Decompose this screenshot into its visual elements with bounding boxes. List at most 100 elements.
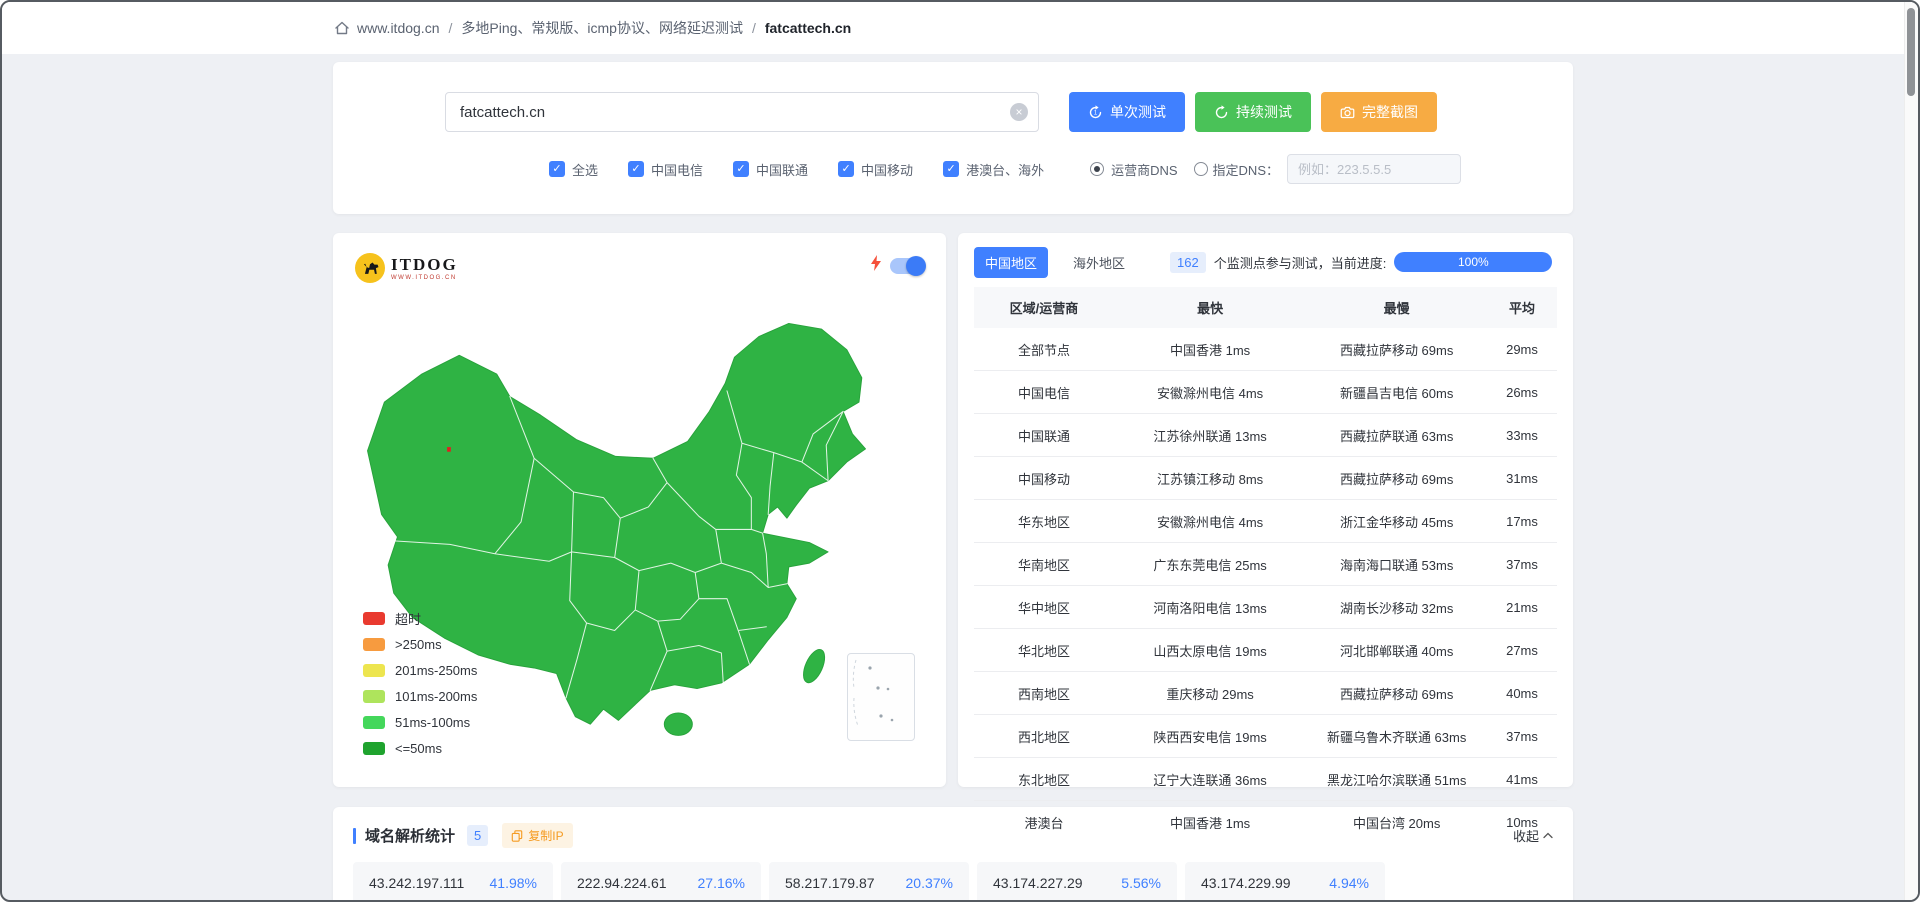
checkbox-label: 港澳台、海外 bbox=[966, 162, 1045, 178]
host-input[interactable] bbox=[445, 92, 1039, 132]
breadcrumb-item[interactable]: 多地Ping、常规版、icmp协议、网络延迟测试 bbox=[461, 18, 743, 38]
scrollbar-thumb[interactable] bbox=[1907, 8, 1915, 96]
table-cell: 33ms bbox=[1487, 413, 1557, 457]
checkbox-item[interactable]: ✓ 中国联通 bbox=[733, 160, 808, 179]
lightning-icon bbox=[870, 255, 882, 276]
legend-item: 超时 bbox=[363, 605, 477, 631]
ip-stats-list: 43.242.197.111 41.98% 222.94.224.61 27.16% 5… bbox=[353, 862, 1553, 900]
table-cell: 重庆移动 29ms bbox=[1113, 671, 1307, 715]
legend-item: >250ms bbox=[363, 631, 477, 657]
collapse-label: 收起 bbox=[1512, 829, 1539, 844]
table-row: 西北地区 陕西西安电信 19ms 新疆乌鲁木齐联通 63ms 37ms bbox=[974, 714, 1557, 758]
table-cell: 西藏拉萨联通 63ms bbox=[1306, 413, 1487, 457]
ip-stat-box: 43.174.229.99 4.94% bbox=[1185, 862, 1385, 900]
table-cell: 华北地区 bbox=[974, 628, 1114, 672]
legend-item: <=50ms bbox=[363, 735, 477, 761]
itdog-dog-icon bbox=[355, 253, 385, 283]
taiwan-island[interactable] bbox=[799, 646, 829, 685]
table-cell: 海南海口联通 53ms bbox=[1306, 542, 1487, 586]
column-header: 最快 bbox=[1113, 287, 1307, 328]
radio-custom-dns[interactable]: 指定DNS： bbox=[1193, 160, 1279, 179]
progress-bar: 100% bbox=[1394, 252, 1553, 272]
ip-percent: 20.37% bbox=[905, 875, 953, 891]
checkbox-item[interactable]: ✓ 全选 bbox=[549, 160, 598, 179]
tab-overseas-region[interactable]: 海外地区 bbox=[1062, 247, 1136, 278]
tab-china-region[interactable]: 中国地区 bbox=[974, 246, 1049, 278]
table-cell: 中国香港 1ms bbox=[1170, 815, 1251, 831]
scrollbar-track[interactable] bbox=[1904, 2, 1918, 900]
checkbox-item[interactable]: ✓ 中国电信 bbox=[628, 160, 703, 179]
continuous-test-button[interactable]: 持续测试 bbox=[1195, 92, 1311, 132]
table-row: 港澳台 中国香港 1ms 中国台湾 20ms 10ms bbox=[974, 801, 1557, 844]
breadcrumb-separator: / bbox=[751, 20, 756, 36]
map-speed-toggle[interactable] bbox=[890, 255, 926, 276]
copy-ip-button[interactable]: 复制IP bbox=[502, 823, 573, 848]
radio-carrier-dns[interactable]: 运营商DNS bbox=[1090, 160, 1178, 179]
table-cell: 全部节点 bbox=[974, 328, 1114, 371]
checkbox-label: 中国联通 bbox=[756, 162, 809, 178]
table-cell: 中国台湾 20ms bbox=[1352, 815, 1441, 831]
ip-address: 43.174.229.99 bbox=[1201, 875, 1291, 891]
legend-swatch bbox=[363, 741, 385, 755]
refresh-icon bbox=[1214, 104, 1229, 120]
table-row: 中国联通 江苏徐州联通 13ms 西藏拉萨联通 63ms 33ms bbox=[974, 413, 1557, 457]
checkbox-check-icon: ✓ bbox=[733, 161, 750, 177]
home-icon[interactable] bbox=[334, 20, 350, 36]
legend-item: 51ms-100ms bbox=[363, 709, 477, 735]
svg-text:1: 1 bbox=[1094, 109, 1098, 116]
table-header-row: 区域/运营商 最快 最慢 平均 bbox=[974, 287, 1557, 328]
table-cell: 河北邯郸联通 40ms bbox=[1306, 628, 1487, 672]
clear-icon[interactable]: × bbox=[1010, 103, 1028, 121]
ip-stat-box: 43.174.227.29 5.56% bbox=[977, 862, 1177, 900]
table-cell: 29ms bbox=[1487, 328, 1557, 371]
checkbox-item[interactable]: ✓ 港澳台、海外 bbox=[943, 160, 1044, 179]
ip-address: 43.174.227.29 bbox=[993, 875, 1083, 891]
table-cell: 江苏镇江移动 8ms bbox=[1113, 456, 1307, 500]
radio-label: 指定DNS： bbox=[1212, 162, 1279, 178]
collapse-toggle[interactable]: 收起 bbox=[1513, 826, 1553, 845]
table-cell: 安徽滁州电信 4ms bbox=[1113, 370, 1307, 414]
table-cell: 新疆乌鲁木齐联通 63ms bbox=[1306, 714, 1487, 758]
ip-stat-box: 43.242.197.111 41.98% bbox=[353, 862, 553, 900]
checkbox-check-icon: ✓ bbox=[549, 161, 565, 177]
ip-stat-box: 58.217.179.87 20.37% bbox=[769, 862, 969, 900]
dns-input[interactable] bbox=[1287, 154, 1461, 184]
test-buttons: 1 单次测试 持续测试 完整截图 bbox=[1069, 92, 1437, 132]
browser-viewport: www.itdog.cn / 多地Ping、常规版、icmp协议、网络延迟测试 / fa… bbox=[0, 0, 1920, 902]
breadcrumb-item[interactable]: fatcattech.cn bbox=[765, 20, 851, 36]
button-label: 单次测试 bbox=[1110, 104, 1166, 120]
table-cell: 17ms bbox=[1487, 499, 1557, 543]
map-marker bbox=[447, 447, 451, 452]
breadcrumb-item[interactable]: www.itdog.cn bbox=[357, 20, 439, 36]
radio-unselected-icon bbox=[1193, 162, 1208, 176]
table-cell: 湖南长沙移动 32ms bbox=[1306, 585, 1487, 629]
checkbox-label: 中国电信 bbox=[651, 162, 704, 178]
logo-title: ITDOG bbox=[391, 254, 458, 274]
copy-icon bbox=[511, 829, 523, 842]
region-tabs: 中国地区 海外地区 bbox=[974, 246, 1136, 278]
dns-options: 运营商DNS 指定DNS： bbox=[1090, 154, 1461, 184]
table-row: 华中地区 河南洛阳电信 13ms 湖南长沙移动 32ms 21ms bbox=[974, 585, 1557, 629]
full-screenshot-button[interactable]: 完整截图 bbox=[1321, 92, 1437, 132]
legend-label: <=50ms bbox=[395, 740, 442, 756]
map-panel: ITDOG WWW.ITDOG.CN 超时 >250ms 201ms-250ms… bbox=[333, 233, 946, 787]
table-cell: 西藏拉萨移动 69ms bbox=[1306, 456, 1487, 500]
camera-icon bbox=[1340, 105, 1355, 120]
table-cell: 江苏徐州联通 13ms bbox=[1113, 413, 1307, 457]
breadcrumb-separator: / bbox=[448, 20, 453, 36]
table-cell: 东北地区 bbox=[974, 757, 1114, 801]
button-label: 完整截图 bbox=[1362, 104, 1418, 120]
column-header: 区域/运营商 bbox=[974, 287, 1114, 328]
hainan-island[interactable] bbox=[663, 712, 693, 736]
checkbox-check-icon: ✓ bbox=[628, 161, 645, 177]
ip-percent: 41.98% bbox=[489, 875, 537, 891]
checkbox-item[interactable]: ✓ 中国移动 bbox=[838, 160, 913, 179]
radio-label: 运营商DNS bbox=[1111, 162, 1178, 178]
table-row: 华东地区 安徽滁州电信 4ms 浙江金华移动 45ms 17ms bbox=[974, 499, 1557, 543]
ip-count-badge: 5 bbox=[467, 825, 489, 846]
single-test-button[interactable]: 1 单次测试 bbox=[1069, 92, 1185, 132]
legend-swatch bbox=[363, 715, 385, 729]
legend-label: 201ms-250ms bbox=[395, 662, 478, 678]
table-cell: 陕西西安电信 19ms bbox=[1113, 714, 1307, 758]
logo-subtitle: WWW.ITDOG.CN bbox=[391, 274, 457, 281]
